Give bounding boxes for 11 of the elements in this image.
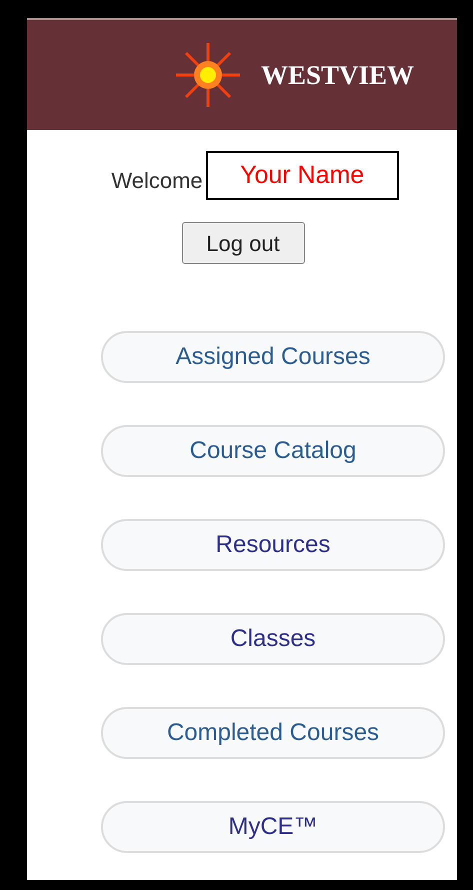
nav-button[interactable]: Completed Courses <box>101 707 445 759</box>
starburst-icon <box>175 42 241 108</box>
nav-button[interactable]: MyCE™ <box>101 801 445 853</box>
nav-button[interactable]: Course Catalog <box>101 425 445 477</box>
nav-button[interactable]: Assigned Courses <box>101 331 445 383</box>
nav-button[interactable]: Classes <box>101 613 445 665</box>
nav-button[interactable]: Resources <box>101 519 445 571</box>
welcome-label: Welcome <box>111 167 203 195</box>
logout-button[interactable]: Log out <box>182 222 304 264</box>
user-name: Your Name <box>206 151 399 200</box>
site-title: WESTVIEW <box>261 58 414 92</box>
